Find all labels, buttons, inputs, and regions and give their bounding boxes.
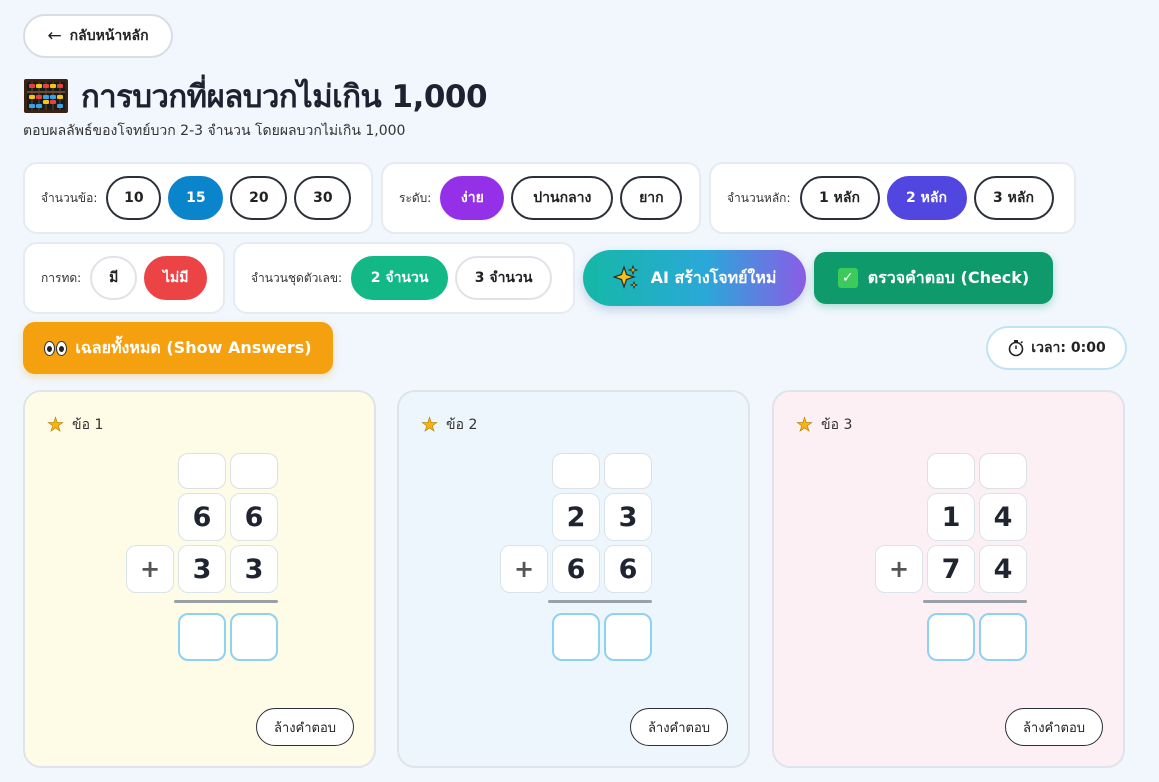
bottom-digit: 6 bbox=[552, 545, 600, 593]
top-digit: 4 bbox=[979, 493, 1027, 541]
sum-divider bbox=[548, 600, 652, 603]
abacus-icon bbox=[24, 79, 68, 113]
stopwatch-icon bbox=[1008, 340, 1024, 357]
digits-label: จำนวนหลัก: bbox=[727, 190, 791, 205]
problem-header: ★ ข้อ 1 bbox=[47, 413, 104, 436]
carry-option-no[interactable]: ไม่มี bbox=[144, 256, 208, 300]
check-answers-label: ตรวจคำตอบ (Check) bbox=[867, 267, 1030, 287]
count-option-20[interactable]: 20 bbox=[230, 176, 288, 220]
carry-input[interactable] bbox=[230, 453, 278, 489]
level-option-medium[interactable]: ปานกลาง bbox=[511, 176, 614, 220]
timer-label: เวลา: 0:00 bbox=[1031, 340, 1106, 356]
show-answers-button[interactable]: เฉลยทั้งหมด (Show Answers) bbox=[23, 322, 333, 374]
bottom-digit: 3 bbox=[178, 545, 226, 593]
title-row: การบวกที่ผลบวกไม่เกิน 1,000 bbox=[23, 74, 488, 118]
sets-option-3[interactable]: 3 จำนวน bbox=[455, 256, 553, 300]
level-label: ระดับ: bbox=[399, 190, 432, 205]
bottom-digit: 6 bbox=[604, 545, 652, 593]
problem-title: ข้อ 3 bbox=[821, 417, 853, 433]
answer-input[interactable] bbox=[178, 613, 226, 661]
plus-operator: + bbox=[500, 545, 548, 593]
sets-label: จำนวนชุดตัวเลข: bbox=[251, 270, 343, 285]
carry-input[interactable] bbox=[604, 453, 652, 489]
plus-operator: + bbox=[875, 545, 923, 593]
problem-header: ★ ข้อ 2 bbox=[421, 413, 478, 436]
clear-answer-button[interactable]: ล้างคำตอบ bbox=[256, 708, 354, 746]
problem-header: ★ ข้อ 3 bbox=[796, 413, 853, 436]
top-digit: 3 bbox=[604, 493, 652, 541]
answer-input[interactable] bbox=[552, 613, 600, 661]
show-answers-label: เฉลยทั้งหมด (Show Answers) bbox=[75, 337, 312, 357]
carry-input[interactable] bbox=[552, 453, 600, 489]
carry-input[interactable] bbox=[927, 453, 975, 489]
clear-answer-button[interactable]: ล้างคำตอบ bbox=[1005, 708, 1103, 746]
page-subtitle: ตอบผลลัพธ์ของโจทย์บวก 2-3 จำนวน โดยผลบวก… bbox=[23, 123, 406, 139]
star-icon: ★ bbox=[796, 413, 814, 436]
count-panel: จำนวนข้อ: 10 15 20 30 bbox=[23, 162, 373, 234]
arrow-left-icon: ← bbox=[47, 26, 62, 46]
answer-input[interactable] bbox=[927, 613, 975, 661]
clear-answer-button[interactable]: ล้างคำตอบ bbox=[630, 708, 728, 746]
carry-input[interactable] bbox=[979, 453, 1027, 489]
carry-panel: การทด: มี ไม่มี bbox=[23, 242, 225, 314]
sparkles-icon bbox=[612, 265, 638, 290]
problem-title: ข้อ 2 bbox=[446, 417, 478, 433]
eyes-icon bbox=[44, 340, 68, 356]
ai-generate-label: AI สร้างโจทย์ใหม่ bbox=[650, 267, 777, 287]
count-label: จำนวนข้อ: bbox=[41, 190, 98, 205]
carry-label: การทด: bbox=[41, 270, 82, 285]
sum-divider bbox=[174, 600, 278, 603]
back-home-button[interactable]: ← กลับหน้าหลัก bbox=[23, 14, 173, 58]
bottom-digit: 4 bbox=[979, 545, 1027, 593]
level-option-hard[interactable]: ยาก bbox=[620, 176, 683, 220]
digits-option-1[interactable]: 1 หลัก bbox=[799, 176, 880, 220]
problem-card: ★ ข้อ 2 2 3 + 6 6 ล้างคำตอบ bbox=[397, 390, 750, 768]
answer-input[interactable] bbox=[604, 613, 652, 661]
back-home-label: กลับหน้าหลัก bbox=[69, 28, 149, 44]
top-digit: 1 bbox=[927, 493, 975, 541]
check-mark-icon: ✓ bbox=[837, 268, 858, 288]
carry-option-yes[interactable]: มี bbox=[90, 256, 138, 300]
carry-input[interactable] bbox=[178, 453, 226, 489]
digits-option-2[interactable]: 2 หลัก bbox=[886, 176, 967, 220]
ai-generate-button[interactable]: AI สร้างโจทย์ใหม่ bbox=[583, 250, 806, 306]
page-title: การบวกที่ผลบวกไม่เกิน 1,000 bbox=[81, 79, 488, 115]
check-answers-button[interactable]: ✓ ตรวจคำตอบ (Check) bbox=[814, 252, 1053, 304]
digits-option-3[interactable]: 3 หลัก bbox=[973, 176, 1054, 220]
level-panel: ระดับ: ง่าย ปานกลาง ยาก bbox=[381, 162, 701, 234]
problem-card: ★ ข้อ 3 1 4 + 7 4 ล้างคำตอบ bbox=[772, 390, 1125, 768]
top-digit: 2 bbox=[552, 493, 600, 541]
problem-card: ★ ข้อ 1 6 6 + 3 3 ล้างคำตอบ bbox=[23, 390, 376, 768]
answer-input[interactable] bbox=[979, 613, 1027, 661]
top-digit: 6 bbox=[230, 493, 278, 541]
bottom-digit: 7 bbox=[927, 545, 975, 593]
count-option-15[interactable]: 15 bbox=[168, 176, 224, 220]
count-option-30[interactable]: 30 bbox=[294, 176, 352, 220]
answer-input[interactable] bbox=[230, 613, 278, 661]
timer-badge: เวลา: 0:00 bbox=[986, 326, 1127, 370]
count-option-10[interactable]: 10 bbox=[106, 176, 162, 220]
top-digit: 6 bbox=[178, 493, 226, 541]
sum-divider bbox=[923, 600, 1027, 603]
star-icon: ★ bbox=[421, 413, 439, 436]
problem-title: ข้อ 1 bbox=[72, 417, 104, 433]
star-icon: ★ bbox=[47, 413, 65, 436]
sets-panel: จำนวนชุดตัวเลข: 2 จำนวน 3 จำนวน bbox=[233, 242, 575, 314]
sets-option-2[interactable]: 2 จำนวน bbox=[351, 256, 449, 300]
level-option-easy[interactable]: ง่าย bbox=[440, 176, 505, 220]
digits-panel: จำนวนหลัก: 1 หลัก 2 หลัก 3 หลัก bbox=[709, 162, 1076, 234]
bottom-digit: 3 bbox=[230, 545, 278, 593]
plus-operator: + bbox=[126, 545, 174, 593]
